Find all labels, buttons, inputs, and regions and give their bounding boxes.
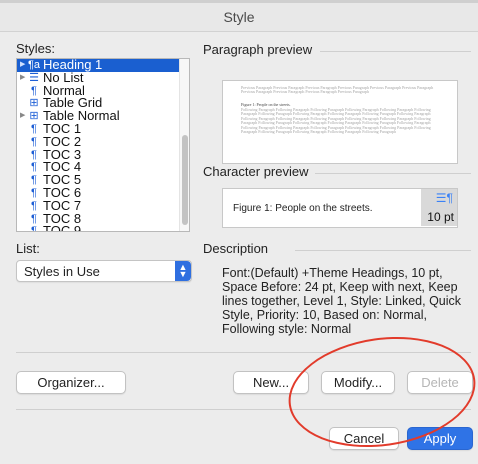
paragraph-style-icon: ¶ — [31, 161, 37, 174]
paragraph-style-icon: ¶ — [31, 148, 37, 161]
paragraph-preview-rule — [320, 51, 471, 52]
list-label: List: — [16, 241, 40, 256]
modify-button[interactable]: Modify... — [321, 371, 395, 394]
table-style-icon: ⊞ — [29, 110, 39, 123]
paragraph-style-icon: ¶ — [31, 212, 37, 225]
style-item[interactable]: ¶ TOC 9 — [17, 223, 189, 232]
list-style-icon: ☰ — [29, 71, 39, 84]
window-title: Style — [223, 9, 255, 25]
linked-style-icon: ☰¶ — [435, 191, 453, 205]
font-size-readout: 10 pt — [427, 210, 454, 224]
new-button[interactable]: New... — [233, 371, 309, 394]
paragraph-style-icon: ¶ — [31, 135, 37, 148]
title-bar: Style — [0, 3, 478, 32]
style-type-indicator: ☰¶ 10 pt — [421, 189, 457, 226]
styles-scrollbar[interactable] — [179, 59, 189, 231]
table-style-icon: ⊞ — [29, 97, 39, 110]
disclosure-triangle-icon[interactable]: ▶ — [20, 59, 28, 72]
list-filter-select[interactable]: Styles in Use ▲ ▼ — [16, 260, 192, 282]
organizer-button[interactable]: Organizer... — [16, 371, 126, 394]
paragraph-style-icon: ¶ — [31, 225, 37, 232]
paragraph-style-icon: ¶ — [31, 122, 37, 135]
character-preview-label: Character preview — [203, 164, 309, 179]
preview-sample-paragraph: Figure 1: People on the streets. — [241, 102, 291, 107]
description-label: Description — [203, 241, 269, 256]
paragraph-style-icon: ¶ — [31, 174, 37, 187]
styles-list[interactable]: ▶ ¶a Heading 1 ▶ ☰ No List ¶ Normal ⊞ Table Grid ▶… — [16, 58, 190, 232]
styles-label: Styles: — [16, 41, 56, 56]
list-filter-value: Styles in Use — [24, 264, 100, 279]
description-text: Font:(Default) +Theme Headings, 10 pt, S… — [222, 266, 462, 336]
character-preview-sample: Figure 1: People on the streets. — [233, 203, 373, 214]
disclosure-triangle-icon[interactable]: ▶ — [20, 72, 28, 85]
paragraph-preview-box: Previous Paragraph Previous Paragraph Pr… — [222, 80, 458, 164]
buttons-divider-top — [16, 352, 471, 353]
description-rule — [295, 250, 471, 251]
preview-previous-paragraph: Previous Paragraph Previous Paragraph Pr… — [241, 86, 434, 95]
paragraph-style-icon: ¶ — [31, 186, 37, 199]
character-preview-box: Figure 1: People on the streets. ☰¶ 10 p… — [222, 188, 458, 228]
paragraph-style-icon: ¶ — [31, 199, 37, 212]
styles-scroll-thumb[interactable] — [182, 135, 188, 225]
select-stepper-icon: ▲ ▼ — [175, 261, 191, 281]
style-item-label: TOC 9 — [43, 223, 82, 232]
buttons-divider-bottom — [16, 409, 471, 410]
paragraph-preview-label: Paragraph preview — [203, 42, 313, 57]
cancel-button[interactable]: Cancel — [329, 427, 399, 450]
disclosure-triangle-icon[interactable]: ▶ — [20, 110, 28, 123]
preview-following-paragraph: Following Paragraph Following Paragraph … — [241, 108, 431, 135]
linked-style-icon: ¶a — [28, 59, 41, 71]
paragraph-style-icon: ¶ — [31, 84, 37, 97]
character-preview-rule — [315, 173, 471, 174]
delete-button[interactable]: Delete — [407, 371, 473, 394]
apply-button[interactable]: Apply — [407, 427, 473, 450]
